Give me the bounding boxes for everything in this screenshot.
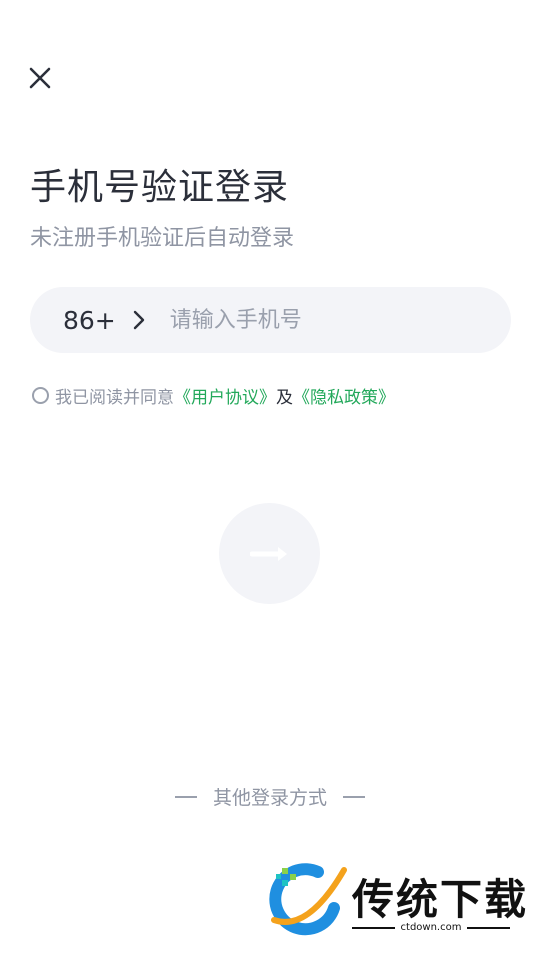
- phone-input-container: 86+: [30, 287, 511, 353]
- page-title: 手机号验证登录: [30, 167, 290, 208]
- close-button[interactable]: [24, 62, 56, 94]
- watermark: 传统下载 ctdown.com: [268, 862, 526, 938]
- other-login-label[interactable]: 其他登录方式: [213, 783, 327, 810]
- watermark-url: ctdown.com: [400, 922, 462, 933]
- agreement-row: 我已阅读并同意 《用户协议》 及 《隐私政策》: [32, 383, 395, 408]
- watermark-logo-icon: [269, 863, 347, 936]
- user-agreement-link[interactable]: 《用户协议》: [174, 383, 276, 408]
- chevron-right-icon: [133, 310, 144, 330]
- close-icon: [29, 67, 51, 89]
- login-page: 手机号验证登录 未注册手机验证后自动登录 86+ 我已阅读并同意 《用户协议》 …: [0, 0, 540, 960]
- privacy-policy-link[interactable]: 《隐私政策》: [293, 383, 395, 408]
- phone-number-input[interactable]: [169, 287, 487, 353]
- watermark-text: 传统下载: [352, 875, 529, 924]
- watermark-url-row: ctdown.com: [352, 922, 510, 933]
- next-button[interactable]: [219, 503, 320, 604]
- agreement-prefix: 我已阅读并同意: [55, 388, 174, 408]
- divider-line-left: [174, 795, 197, 798]
- page-subtitle: 未注册手机验证后自动登录: [30, 226, 295, 251]
- arrow-right-icon: [249, 546, 287, 561]
- country-code-selector[interactable]: 86+: [63, 287, 146, 353]
- other-login-divider: 其他登录方式: [0, 783, 540, 810]
- watermark-line-left: [352, 926, 395, 929]
- agreement-conjunction: 及: [276, 388, 293, 408]
- watermark-line-right: [467, 926, 510, 929]
- agreement-checkbox[interactable]: [32, 387, 49, 404]
- country-code-label: 86+: [63, 305, 116, 335]
- divider-line-right: [343, 795, 365, 798]
